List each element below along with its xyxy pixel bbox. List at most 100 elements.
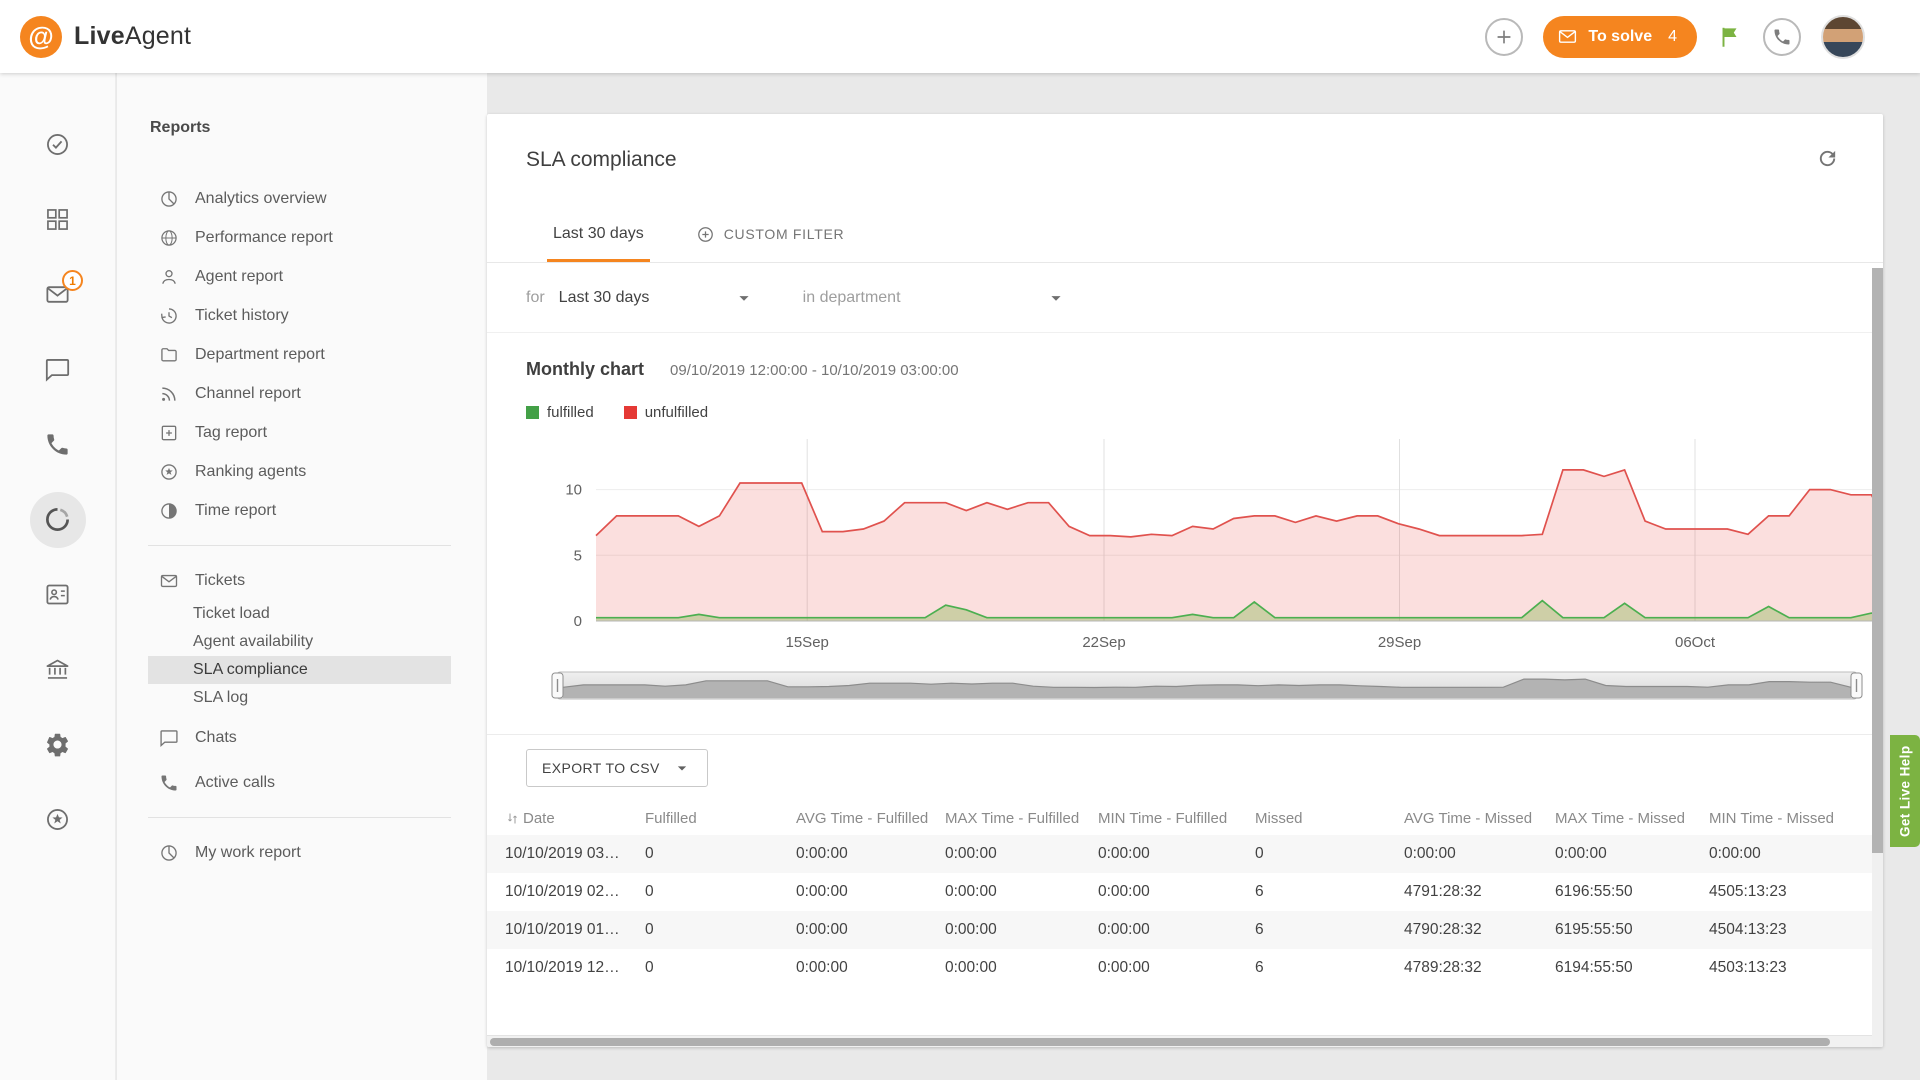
column-header-fulfilled[interactable]: Fulfilled (645, 810, 796, 827)
to-solve-count: 4 (1668, 28, 1677, 46)
table-cell: 0:00:00 (1404, 845, 1555, 863)
sidebar-item-ranking-agents[interactable]: Ranking agents (148, 452, 451, 491)
table-cell: 0 (645, 921, 796, 939)
sidebar-subitem-ticket-load[interactable]: Ticket load (148, 600, 451, 628)
table-header-row: DateFulfilledAVG Time - FulfilledMAX Tim… (487, 801, 1883, 835)
column-header-min-time-missed[interactable]: MIN Time - Missed (1709, 810, 1883, 827)
tab-last-30-days[interactable]: Last 30 days (547, 206, 650, 262)
sidebar-item-label: Channel report (195, 385, 301, 403)
export-csv-button[interactable]: EXPORT TO CSV (526, 749, 708, 787)
chat-icon (159, 728, 179, 748)
sidebar-group-chats[interactable]: Chats (148, 718, 451, 757)
table-cell: 0 (1255, 845, 1404, 863)
table-cell: 4791:28:32 (1404, 883, 1555, 901)
tab-custom-filter[interactable]: CUSTOM FILTER (690, 206, 851, 262)
avatar[interactable] (1821, 15, 1865, 59)
chevron-down-icon (733, 287, 755, 309)
sidebar-item-analytics-overview[interactable]: Analytics overview (148, 179, 451, 218)
fulfilled-swatch (526, 406, 539, 419)
table-cell: 0:00:00 (945, 921, 1098, 939)
sla-compliance-card: SLA compliance Last 30 days CUSTOM FILTE… (487, 114, 1883, 1047)
column-header-date[interactable]: Date (505, 810, 645, 827)
add-button[interactable] (1485, 18, 1523, 56)
folder-icon (159, 345, 179, 365)
sidebar-group-tickets[interactable]: Tickets (148, 561, 451, 600)
sidebar-item-label: Analytics overview (195, 190, 327, 208)
rail-item-settings[interactable] (0, 707, 115, 782)
department-select[interactable]: in department (803, 287, 1067, 309)
table-cell: 6194:55:50 (1555, 959, 1709, 977)
sidebar-item-tag-report[interactable]: Tag report (148, 413, 451, 452)
flag-icon (1717, 24, 1743, 50)
vertical-scrollbar[interactable] (1872, 268, 1883, 1047)
range-slider-handle[interactable] (552, 673, 563, 698)
column-header-missed[interactable]: Missed (1255, 810, 1404, 827)
sidebar-item-performance-report[interactable]: Performance report (148, 218, 451, 257)
rail-item-calls[interactable] (0, 407, 115, 482)
gear-icon (44, 731, 71, 758)
table-row[interactable]: 10/10/2019 12…00:00:000:00:000:00:006478… (487, 949, 1883, 987)
tab-bar: Last 30 days CUSTOM FILTER (487, 206, 1883, 263)
person-icon (159, 267, 179, 287)
sidebar-group-active-calls[interactable]: Active calls (148, 763, 451, 802)
brand-bold: Live (74, 22, 125, 50)
topbar-actions: To solve 4 (1485, 15, 1865, 59)
column-header-avg-time-missed[interactable]: AVG Time - Missed (1404, 810, 1555, 827)
rail-item-contacts[interactable] (0, 557, 115, 632)
sidebar-subitem-sla-log[interactable]: SLA log (148, 684, 451, 712)
chart-range-slider[interactable] (551, 669, 1863, 703)
horizontal-scrollbar-thumb[interactable] (490, 1038, 1830, 1046)
rail-item-chats[interactable] (0, 332, 115, 407)
range-slider-handle[interactable] (1851, 673, 1862, 698)
table-cell: 0 (645, 959, 796, 977)
rail-item-tickets[interactable]: 1 (0, 257, 115, 332)
unread-count-badge: 1 (62, 270, 83, 291)
sla-area-chart: 051015Sep22Sep29Sep06Oct (526, 437, 1883, 657)
history-icon (159, 306, 179, 326)
sidebar-item-time-report[interactable]: Time report (148, 491, 451, 530)
to-solve-label: To solve (1588, 28, 1652, 46)
horizontal-scrollbar[interactable] (487, 1035, 1883, 1047)
sidebar-item-agent-report[interactable]: Agent report (148, 257, 451, 296)
sidebar-item-department-report[interactable]: Department report (148, 335, 451, 374)
column-header-min-time-fulfilled[interactable]: MIN Time - Fulfilled (1098, 810, 1255, 827)
sidebar-item-my-work-report[interactable]: My work report (148, 833, 451, 872)
to-solve-button[interactable]: To solve 4 (1543, 16, 1697, 58)
sidebar-item-ticket-history[interactable]: Ticket history (148, 296, 451, 335)
get-live-help-tab[interactable]: Get Live Help (1890, 735, 1920, 847)
svg-text:5: 5 (574, 547, 582, 564)
chart-legend: fulfilled unfulfilled (526, 404, 1883, 421)
range-select-value: Last 30 days (559, 289, 650, 307)
svg-text:0: 0 (574, 613, 582, 630)
range-select[interactable]: Last 30 days (559, 287, 755, 309)
sidebar-subitem-agent-availability[interactable]: Agent availability (148, 628, 451, 656)
table-row[interactable]: 10/10/2019 01…00:00:000:00:000:00:006479… (487, 911, 1883, 949)
table-cell: 4790:28:32 (1404, 921, 1555, 939)
rail-item-solve[interactable] (0, 107, 115, 182)
sidebar-subitem-sla-compliance[interactable]: SLA compliance (148, 656, 451, 684)
table-cell: 0 (645, 845, 796, 863)
rail-item-dashboard[interactable] (0, 182, 115, 257)
sidebar-item-channel-report[interactable]: Channel report (148, 374, 451, 413)
table-row[interactable]: 10/10/2019 03…00:00:000:00:000:00:0000:0… (487, 835, 1883, 873)
column-header-max-time-fulfilled[interactable]: MAX Time - Fulfilled (945, 810, 1098, 827)
svg-text:15Sep: 15Sep (786, 634, 829, 651)
rail-item-starred[interactable] (0, 782, 115, 857)
call-button[interactable] (1763, 18, 1801, 56)
table-cell: 0:00:00 (1709, 845, 1883, 863)
sidebar-item-label: Agent report (195, 268, 283, 286)
rail-item-reports[interactable] (0, 482, 115, 557)
vertical-scrollbar-thumb[interactable] (1872, 268, 1883, 853)
globe-icon (159, 228, 179, 248)
column-header-max-time-missed[interactable]: MAX Time - Missed (1555, 810, 1709, 827)
sla-table: DateFulfilledAVG Time - FulfilledMAX Tim… (487, 801, 1883, 987)
brand[interactable]: @ LiveAgent (20, 16, 191, 58)
brand-rest: Agent (125, 22, 191, 50)
refresh-button[interactable] (1816, 147, 1839, 173)
column-header-avg-time-fulfilled[interactable]: AVG Time - Fulfilled (796, 810, 945, 827)
rail-item-departments[interactable] (0, 632, 115, 707)
table-row[interactable]: 10/10/2019 02…00:00:000:00:000:00:006479… (487, 873, 1883, 911)
tag-icon (159, 423, 179, 443)
chat-flag-button[interactable] (1717, 24, 1743, 50)
legend-label: fulfilled (547, 404, 594, 421)
